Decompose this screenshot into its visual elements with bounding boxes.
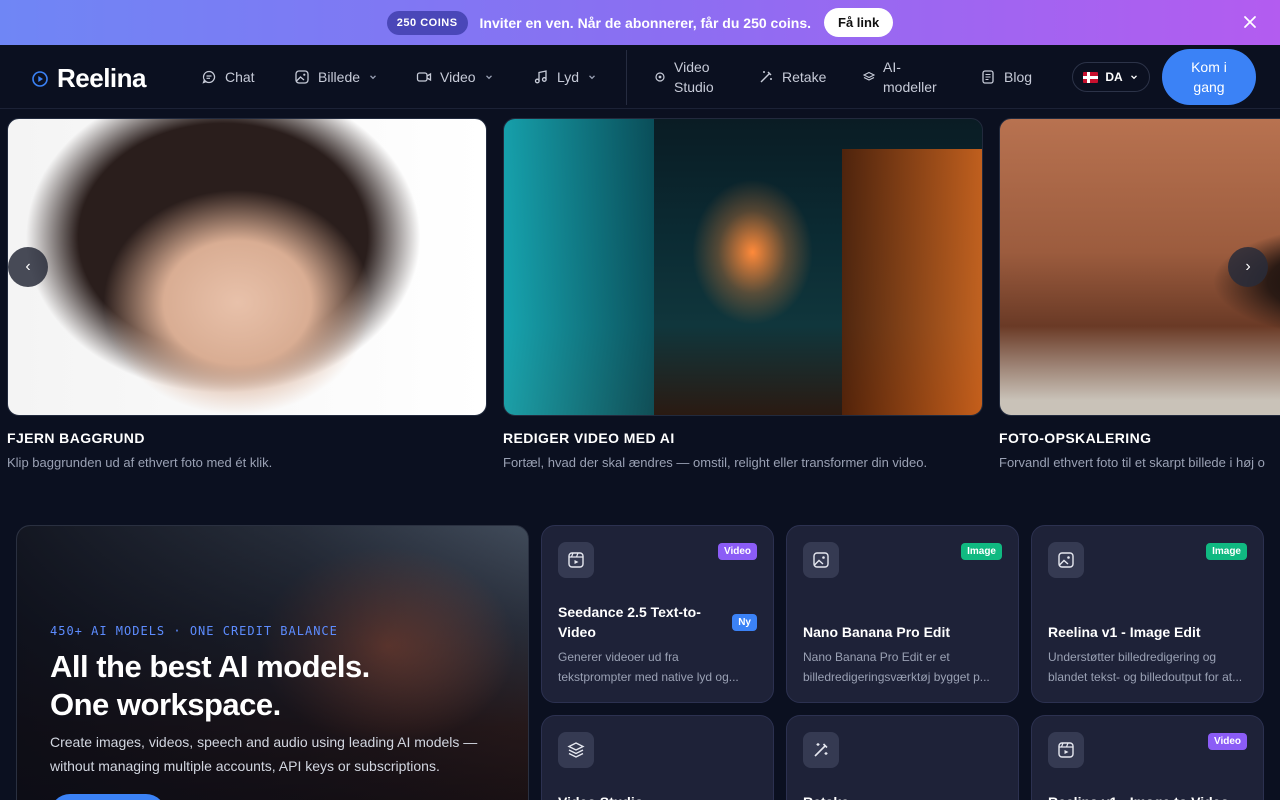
nav-divider — [626, 50, 627, 105]
hero-eyebrow: 450+ AI MODELS · ONE CREDIT BALANCE — [50, 624, 338, 638]
carousel-next-button[interactable]: › — [1228, 247, 1268, 287]
nav-label-video-studio-line2: Studio — [674, 79, 714, 95]
get-started-button[interactable]: Kom i gang — [1162, 49, 1256, 105]
model-title: Retake — [803, 792, 849, 800]
language-code: DA — [1105, 70, 1123, 84]
video-camera-icon — [416, 69, 432, 85]
feature-card-remove-background[interactable]: FJERN BAGGRUND Klip baggrunden ud af eth… — [7, 118, 487, 470]
hero-cta-button[interactable] — [50, 794, 166, 800]
hero-headline-line1: All the best AI models. — [50, 649, 370, 684]
feature-card-edit-video[interactable]: REDIGER VIDEO MED AI Fortæl, hvad der sk… — [503, 118, 983, 470]
model-card-retake[interactable]: Retake — [786, 715, 1019, 800]
model-description: Generer videoer ud fra tekstprompter med… — [558, 650, 739, 684]
category-tag: Video — [1207, 733, 1247, 750]
studio-icon — [654, 71, 666, 83]
main-nav: Reelina Chat Billede Video Lyd Video Stu… — [0, 45, 1280, 109]
nav-label-video: Video — [440, 69, 476, 85]
nav-item-chat[interactable]: Chat — [201, 45, 255, 109]
nav-label-ai-models-line1: AI- — [883, 59, 901, 75]
language-selector[interactable]: DA — [1072, 62, 1150, 92]
get-link-button[interactable]: Få link — [824, 8, 894, 37]
promo-banner: 250 COINS Inviter en ven. Når de abonner… — [0, 0, 1280, 45]
chevron-down-icon — [368, 72, 378, 82]
retake-icon — [803, 732, 839, 768]
nav-label-video-studio-line1: Video — [674, 59, 710, 75]
nav-item-video[interactable]: Video — [416, 45, 494, 109]
model-description: Nano Banana Pro Edit er et billedrediger… — [803, 650, 990, 684]
close-icon[interactable] — [1240, 12, 1260, 32]
category-tag: Image — [961, 543, 1002, 560]
nav-item-blog[interactable]: Blog — [980, 45, 1032, 109]
model-title: Reelina v1 - Image Edit — [1048, 624, 1201, 640]
brand-name: Reelina — [57, 63, 147, 93]
alley-image — [503, 118, 983, 416]
new-badge: Ny — [732, 614, 757, 631]
play-logo-icon — [32, 70, 48, 87]
video-icon — [558, 542, 594, 578]
feature-description: Fortæl, hvad der skal ændres — omstil, r… — [503, 455, 928, 470]
chevron-down-icon — [587, 72, 597, 82]
danish-flag-icon — [1083, 71, 1099, 83]
coins-badge: 250 COINS — [386, 10, 468, 35]
chevron-down-icon — [1129, 72, 1139, 82]
hero-headline-line2: One workspace. — [50, 687, 281, 722]
image-icon — [294, 69, 310, 85]
model-card-video-studio[interactable]: Video Studio — [541, 715, 774, 800]
model-card-reelina-image-to-video[interactable]: Video Reelina v1 - Image to Video — [1031, 715, 1264, 800]
hero-body: Create images, videos, speech and audio … — [50, 734, 478, 774]
model-card-reelina-image-edit[interactable]: Image Reelina v1 - Image Edit Understøtt… — [1031, 525, 1264, 703]
category-tag: Image — [1206, 543, 1247, 560]
nav-label-billede: Billede — [318, 69, 361, 85]
nav-item-ai-models[interactable]: AI- modeller — [863, 45, 937, 109]
nav-label-ai-models-line2: modeller — [883, 79, 937, 95]
model-title: Nano Banana Pro Edit — [803, 624, 951, 640]
feature-title: FOTO-OPSKALERING — [999, 430, 1152, 446]
nav-item-billede[interactable]: Billede — [294, 45, 378, 109]
nav-label-lyd: Lyd — [557, 69, 580, 85]
promo-text: Inviter en ven. Når de abonnerer, får du… — [479, 14, 811, 31]
feature-card-upscale[interactable]: FOTO-OPSKALERING Forvandl ethvert foto t… — [999, 118, 1280, 470]
document-icon — [980, 69, 996, 85]
model-title: Seedance 2.5 Text-to- Video — [558, 604, 701, 640]
nav-item-lyd[interactable]: Lyd — [533, 45, 597, 109]
feature-description: Klip baggrunden ud af ethvert foto med é… — [7, 455, 273, 470]
nav-item-retake[interactable]: Retake — [758, 45, 826, 109]
model-card-nano-banana[interactable]: Image Nano Banana Pro Edit Nano Banana P… — [786, 525, 1019, 703]
chat-icon — [201, 69, 217, 85]
cta-label-line1: Kom i — [1191, 59, 1227, 75]
feature-description: Forvandl ethvert foto til et skarpt bill… — [999, 455, 1265, 470]
layers-icon — [558, 732, 594, 768]
nav-item-video-studio[interactable]: Video Studio — [654, 45, 714, 109]
logo[interactable]: Reelina — [32, 63, 147, 94]
hero-panel: 450+ AI MODELS · ONE CREDIT BALANCE All … — [16, 525, 529, 800]
model-title: Reelina v1 - Image to Video — [1048, 792, 1229, 800]
nav-label-retake: Retake — [782, 69, 827, 85]
layers-icon — [863, 71, 875, 83]
hero-headline: All the best AI models. One workspace. — [50, 648, 370, 724]
model-description: Understøtter billedredigering og blandet… — [1048, 650, 1243, 684]
portrait-image — [7, 118, 487, 416]
video-icon — [1048, 732, 1084, 768]
nav-label-blog: Blog — [1004, 69, 1033, 85]
image-icon — [1048, 542, 1084, 578]
category-tag: Video — [717, 543, 757, 560]
magic-wand-icon — [758, 69, 774, 85]
model-title: Video Studio — [558, 792, 643, 800]
chevron-down-icon — [484, 72, 494, 82]
feature-title: REDIGER VIDEO MED AI — [503, 430, 675, 446]
nav-label-chat: Chat — [225, 69, 255, 85]
image-icon — [803, 542, 839, 578]
feature-title: FJERN BAGGRUND — [7, 430, 145, 446]
music-note-icon — [533, 69, 549, 85]
model-card-seedance[interactable]: Video Seedance 2.5 Text-to- Video Ny Gen… — [541, 525, 774, 703]
carousel-prev-button[interactable]: ‹ — [8, 247, 48, 287]
cta-label-line2: gang — [1193, 79, 1225, 95]
